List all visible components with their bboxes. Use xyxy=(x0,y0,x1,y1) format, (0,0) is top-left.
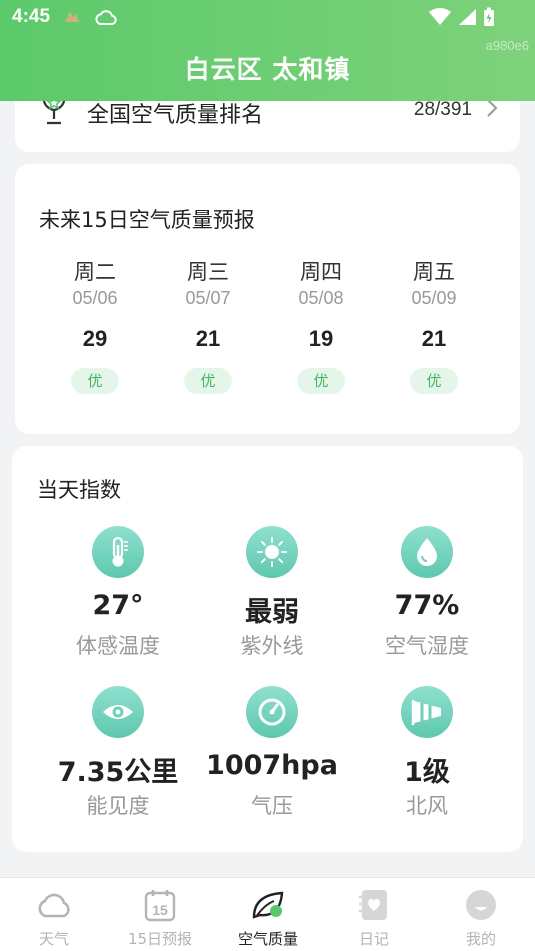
day-date: 05/08 xyxy=(298,288,344,308)
index-label: 气压 xyxy=(251,794,293,818)
signal-icon xyxy=(457,8,477,30)
index-item-wind: 1级 北风 xyxy=(347,686,507,820)
page-title: 白云区 太和镇 xyxy=(184,55,351,84)
chevron-right-icon xyxy=(486,98,498,122)
today-index-card: 当天指数 27° 体感温度 最弱 紫外线 77% 空气湿度 7.35公里 能见度… xyxy=(12,446,523,852)
sun-icon xyxy=(246,526,298,578)
nav-item-diary[interactable]: 日记 xyxy=(324,886,424,949)
index-value: 27° xyxy=(92,590,144,621)
cloud-icon xyxy=(4,886,104,924)
nav-label: 空气质量 xyxy=(237,930,298,948)
leaf-icon xyxy=(218,886,318,924)
index-item-pressure: 1007hpa 气压 xyxy=(192,686,352,820)
nav-item-15day[interactable]: 15 15日预报 xyxy=(110,886,210,949)
aqi-level-badge: 优 xyxy=(184,368,232,394)
index-value: 最弱 xyxy=(245,597,299,628)
index-label: 紫外线 xyxy=(240,634,304,658)
forecast-day[interactable]: 周四 05/08 19 优 xyxy=(266,256,376,394)
index-value: 1级 xyxy=(404,757,450,788)
weather-status-icon xyxy=(94,8,118,32)
day-name: 周二 xyxy=(74,260,116,284)
index-value: 7.35公里 xyxy=(57,757,179,788)
forecast-day[interactable]: 周三 05/07 21 优 xyxy=(153,256,263,394)
wifi-icon xyxy=(429,8,451,30)
index-value: 77% xyxy=(394,590,460,621)
calendar-15-icon: 15 xyxy=(110,886,210,924)
status-time: 4:45 xyxy=(12,6,51,27)
nav-label: 日记 xyxy=(358,930,389,948)
index-label: 体感温度 xyxy=(76,634,160,658)
profile-icon xyxy=(431,886,531,924)
day-date: 05/09 xyxy=(411,288,457,308)
status-icons xyxy=(429,7,495,31)
diary-icon xyxy=(324,886,424,924)
nav-item-air-quality[interactable]: 空气质量 xyxy=(218,886,318,949)
day-aqi-value: 19 xyxy=(308,326,334,351)
bottom-navigation: 天气 15 15日预报 空气质量 日记 我的 xyxy=(0,877,535,951)
nav-label: 天气 xyxy=(38,930,69,948)
nav-label: 15日预报 xyxy=(127,930,193,948)
forecast-day[interactable]: 周二 05/06 29 优 xyxy=(40,256,150,394)
day-aqi-value: 29 xyxy=(82,326,108,351)
index-label: 北风 xyxy=(406,794,448,818)
nav-item-weather[interactable]: 天气 xyxy=(4,886,104,949)
index-item-uv: 最弱 紫外线 xyxy=(192,526,352,660)
day-date: 05/07 xyxy=(185,288,231,308)
rank-label: 全国空气质量排名 xyxy=(87,103,264,128)
notification-app-icon xyxy=(62,8,82,30)
day-name: 周五 xyxy=(413,260,455,284)
aqi-level-badge: 优 xyxy=(410,368,458,394)
index-label: 空气湿度 xyxy=(385,634,469,658)
app-header: 4:45 a980e6 白云区 太和镇 xyxy=(0,0,535,101)
index-label: 能见度 xyxy=(86,794,150,818)
day-aqi-value: 21 xyxy=(421,326,447,351)
forecast-title: 未来15日空气质量预报 xyxy=(39,208,255,232)
eye-icon xyxy=(92,686,144,738)
svg-text:15: 15 xyxy=(152,902,168,918)
aqi-level-badge: 优 xyxy=(297,368,345,394)
thermometer-icon xyxy=(92,526,144,578)
today-index-title: 当天指数 xyxy=(37,478,121,502)
gauge-icon xyxy=(246,686,298,738)
nav-item-profile[interactable]: 我的 xyxy=(431,886,531,949)
index-item-visibility: 7.35公里 能见度 xyxy=(38,686,198,820)
index-item-feels-like: 27° 体感温度 xyxy=(38,526,198,660)
index-value: 1007hpa xyxy=(206,750,338,781)
rank-value: 28/391 xyxy=(413,99,472,120)
index-item-humidity: 77% 空气湿度 xyxy=(347,526,507,660)
day-aqi-value: 21 xyxy=(195,326,221,351)
day-name: 周三 xyxy=(187,260,229,284)
day-date: 05/06 xyxy=(72,288,118,308)
droplet-icon xyxy=(401,526,453,578)
windsock-icon xyxy=(401,686,453,738)
nav-label: 我的 xyxy=(465,930,496,948)
day-name: 周四 xyxy=(300,260,342,284)
status-bar: 4:45 xyxy=(0,0,535,36)
forecast-day[interactable]: 周五 05/09 21 优 xyxy=(379,256,489,394)
battery-icon xyxy=(483,7,495,31)
forecast-card: 未来15日空气质量预报 周二 05/06 29 优 周三 05/07 21 优 … xyxy=(15,164,520,434)
aqi-level-badge: 优 xyxy=(71,368,119,394)
